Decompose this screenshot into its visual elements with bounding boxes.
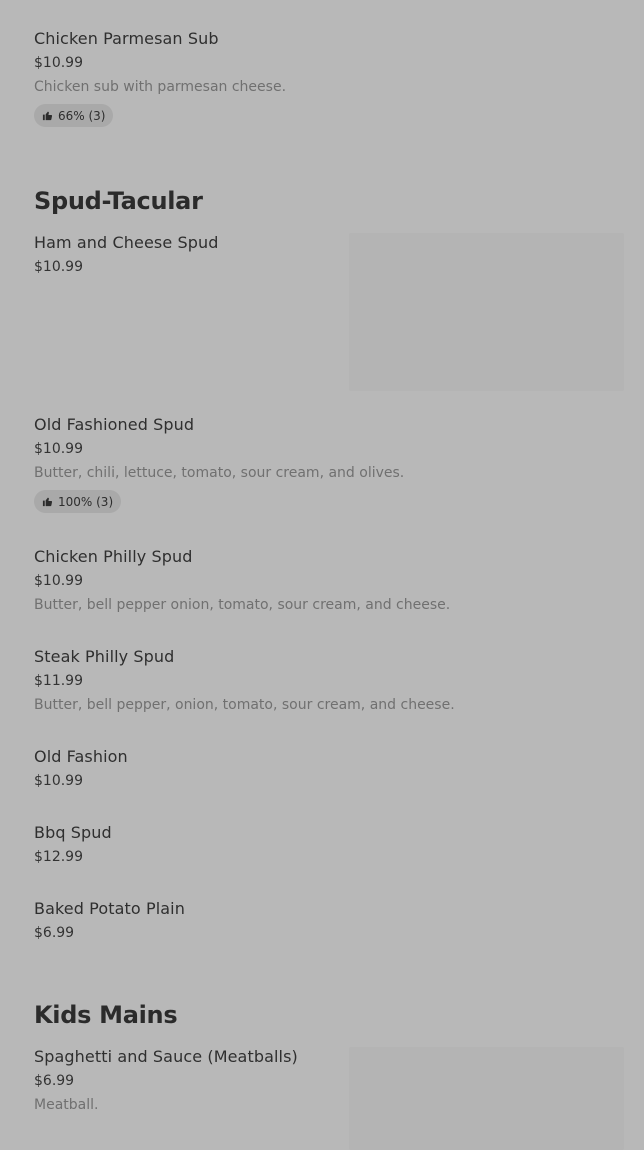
- item-name: Old Fashioned Spud: [34, 415, 195, 434]
- menu-item-baked-potato-plain[interactable]: Baked Potato Plain $6.99: [34, 899, 624, 942]
- rating-badge: 100% (3): [34, 490, 122, 513]
- rating-text: 66% (3): [58, 108, 106, 123]
- section-title: Spud-Tacular: [34, 187, 203, 215]
- menu-item-old-fashioned-spud[interactable]: Old Fashioned Spud $10.99 Butter, chili,…: [34, 415, 624, 513]
- menu-item-bbq-spud[interactable]: Bbq Spud $12.99: [34, 823, 624, 866]
- item-name: Chicken Parmesan Sub: [34, 29, 219, 48]
- menu-item-chicken-philly-spud[interactable]: Chicken Philly Spud $10.99 Butter, bell …: [34, 547, 624, 614]
- item-name: Baked Potato Plain: [34, 899, 185, 918]
- item-price: $11.99: [34, 673, 83, 689]
- menu-item-old-fashion[interactable]: Old Fashion $10.99: [34, 747, 624, 790]
- rating-text: 100% (3): [58, 494, 114, 509]
- thumbs-up-icon: [42, 496, 53, 507]
- item-price: $10.99: [34, 441, 83, 457]
- item-description: Butter, bell pepper, onion, tomato, sour…: [34, 697, 455, 713]
- item-description: Chicken sub with parmesan cheese.: [34, 79, 287, 95]
- item-price: $12.99: [34, 849, 83, 865]
- item-price: $10.99: [34, 55, 83, 71]
- menu-item-chicken-parmesan-sub[interactable]: Chicken Parmesan Sub $10.99 Chicken sub …: [34, 29, 624, 127]
- menu-list: Chicken Parmesan Sub $10.99 Chicken sub …: [0, 0, 644, 1150]
- item-name: Chicken Philly Spud: [34, 547, 193, 566]
- item-description: Butter, bell pepper onion, tomato, sour …: [34, 597, 451, 613]
- thumbs-up-icon: [42, 110, 53, 121]
- section-title: Kids Mains: [34, 1001, 178, 1029]
- item-price: $10.99: [34, 573, 83, 589]
- item-name: Steak Philly Spud: [34, 647, 175, 666]
- item-image-placeholder[interactable]: [349, 1047, 624, 1150]
- item-name: Old Fashion: [34, 747, 128, 766]
- item-name: Bbq Spud: [34, 823, 112, 842]
- rating-badge: 66% (3): [34, 104, 114, 127]
- item-image-placeholder[interactable]: [349, 233, 624, 391]
- item-price: $6.99: [34, 925, 75, 941]
- menu-item-steak-philly-spud[interactable]: Steak Philly Spud $11.99 Butter, bell pe…: [34, 647, 624, 714]
- item-price: $10.99: [34, 773, 83, 789]
- item-description: Butter, chili, lettuce, tomato, sour cre…: [34, 465, 405, 481]
